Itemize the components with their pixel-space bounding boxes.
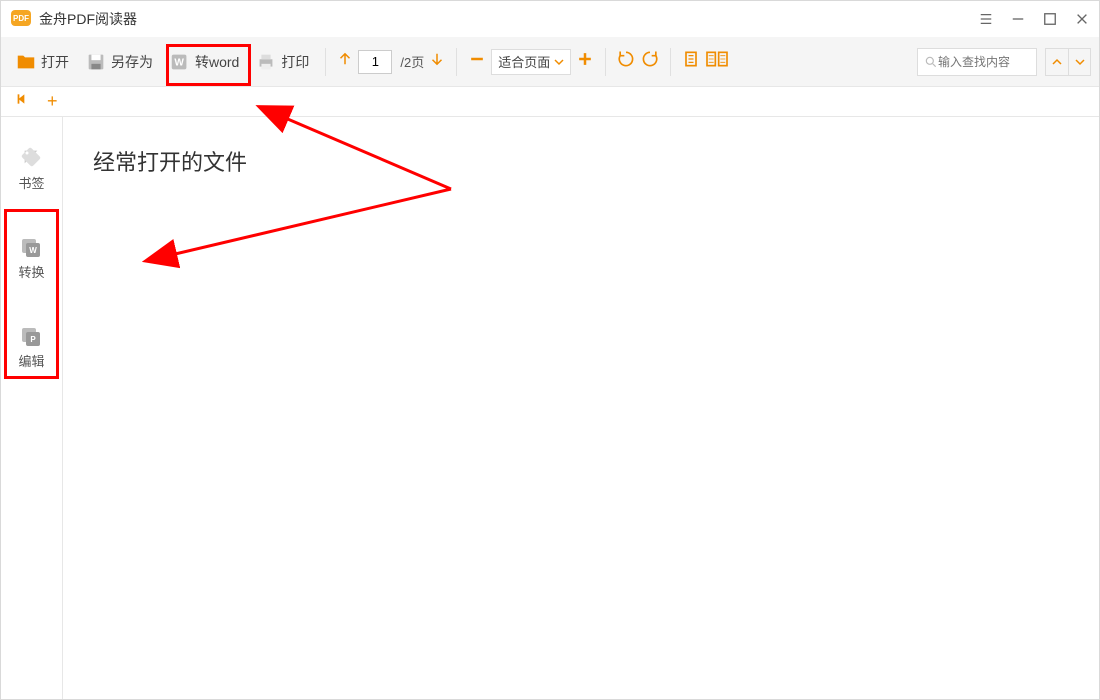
tab-back-icon[interactable] — [15, 92, 29, 111]
tabbar: + — [1, 87, 1099, 117]
open-button[interactable]: 打开 — [9, 47, 75, 77]
open-label: 打开 — [41, 52, 69, 72]
body: 书签 W 转换 P 编辑 经常打开的文件 — [1, 117, 1099, 699]
sidebar-edit-label: 编辑 — [18, 351, 44, 370]
separator — [605, 48, 606, 76]
separator — [325, 48, 326, 76]
rotate-right-icon[interactable] — [640, 49, 660, 74]
svg-text:P: P — [31, 335, 37, 344]
bookmark-icon — [19, 145, 43, 169]
toolbar: 打开 另存为 W 转word 打印 /2页 适合页面 — [1, 37, 1099, 87]
save-as-label: 另存为 — [111, 52, 153, 72]
tab-add-icon[interactable]: + — [47, 91, 58, 112]
to-word-label: 转word — [195, 52, 239, 72]
svg-text:W: W — [30, 246, 38, 255]
svg-text:PDF: PDF — [13, 14, 29, 23]
search-icon — [924, 55, 938, 69]
separator — [456, 48, 457, 76]
double-page-icon[interactable] — [705, 49, 729, 74]
chevron-down-icon — [554, 57, 564, 67]
rotate-left-icon[interactable] — [616, 49, 636, 74]
menu-icon[interactable] — [977, 10, 995, 28]
titlebar: PDF 金舟PDF阅读器 — [1, 1, 1099, 37]
recent-files-heading: 经常打开的文件 — [93, 145, 1069, 177]
minimize-icon[interactable] — [1009, 10, 1027, 28]
search-nav — [1045, 48, 1091, 76]
svg-text:W: W — [174, 57, 184, 68]
to-word-button[interactable]: W 转word — [163, 47, 245, 77]
single-page-icon[interactable] — [681, 49, 701, 74]
zoom-out-icon[interactable] — [467, 49, 487, 74]
separator — [670, 48, 671, 76]
page-up-icon[interactable] — [336, 50, 354, 73]
zoom-in-icon[interactable] — [575, 49, 595, 74]
app-title: 金舟PDF阅读器 — [39, 9, 137, 29]
print-label: 打印 — [281, 52, 309, 72]
edit-icon: P — [19, 323, 43, 347]
zoom-mode-label: 适合页面 — [498, 52, 550, 71]
zoom-mode-select[interactable]: 适合页面 — [491, 49, 571, 75]
close-icon[interactable] — [1073, 10, 1091, 28]
page-number-input[interactable] — [358, 50, 392, 74]
sidebar-convert-label: 转换 — [18, 262, 44, 281]
sidebar: 书签 W 转换 P 编辑 — [1, 117, 63, 699]
maximize-icon[interactable] — [1041, 10, 1059, 28]
search-input[interactable] — [938, 55, 1018, 69]
page-down-icon[interactable] — [428, 50, 446, 73]
sidebar-item-bookmark[interactable]: 书签 — [16, 139, 46, 198]
search-next-icon[interactable] — [1068, 49, 1090, 75]
search-prev-icon[interactable] — [1046, 49, 1068, 75]
print-button[interactable]: 打印 — [249, 47, 315, 77]
save-as-button[interactable]: 另存为 — [79, 47, 159, 77]
app-logo-icon: PDF — [9, 6, 33, 33]
sidebar-item-edit[interactable]: P 编辑 — [16, 317, 46, 376]
content-area: 经常打开的文件 — [63, 117, 1099, 699]
convert-icon: W — [19, 234, 43, 258]
page-total-label: /2页 — [400, 52, 424, 71]
search-box[interactable] — [917, 48, 1037, 76]
sidebar-bookmark-label: 书签 — [18, 173, 44, 192]
sidebar-item-convert[interactable]: W 转换 — [16, 228, 46, 287]
